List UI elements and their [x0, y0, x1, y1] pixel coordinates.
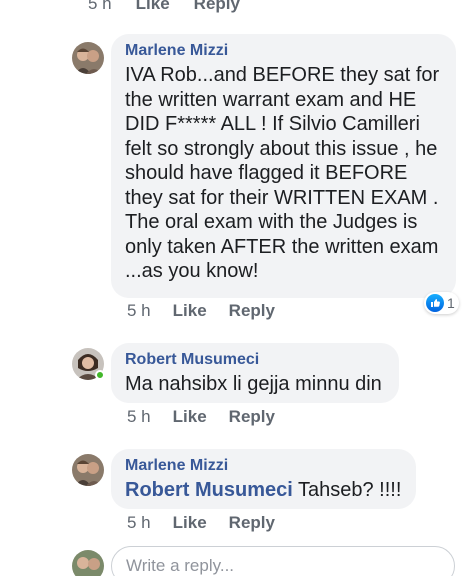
thumbs-up-icon	[426, 294, 444, 312]
comment-author[interactable]: Robert Musumeci	[125, 351, 385, 369]
comment-actions: 5 h Like Reply	[127, 513, 275, 533]
reply-link[interactable]: Reply	[229, 301, 275, 321]
comment-author[interactable]: Marlene Mizzi	[125, 457, 402, 475]
comment-time[interactable]: 5 h	[127, 301, 151, 321]
avatar[interactable]	[72, 454, 104, 486]
like-link[interactable]: Like	[136, 0, 170, 14]
like-link[interactable]: Like	[173, 407, 207, 427]
reply-link[interactable]: Reply	[194, 0, 240, 14]
reply-link[interactable]: Reply	[229, 513, 275, 533]
comment-text: Robert Musumeci Tahseb? !!!!	[125, 478, 402, 503]
like-link[interactable]: Like	[173, 301, 207, 321]
reaction-number: 1	[447, 295, 455, 311]
comment-bubble: Marlene Mizzi Robert Musumeci Tahseb? !!…	[111, 449, 416, 509]
previous-comment-actions: 5 h Like Reply	[88, 0, 240, 14]
comment-time[interactable]: 5 h	[127, 513, 151, 533]
reply-box[interactable]	[111, 546, 455, 576]
like-link[interactable]: Like	[173, 513, 207, 533]
comment-text-body: Tahseb? !!!!	[292, 479, 402, 501]
comment-author[interactable]: Marlene Mizzi	[125, 42, 442, 60]
avatar[interactable]	[72, 42, 104, 74]
comment-actions: 5 h Like Reply	[127, 407, 275, 427]
reply-input[interactable]	[126, 556, 440, 576]
reaction-count[interactable]: 1	[424, 292, 459, 314]
online-status-icon	[95, 370, 105, 380]
comment-text: IVA Rob...and BEFORE they sat for the wr…	[125, 64, 440, 282]
mention-link[interactable]: Robert Musumeci	[125, 479, 293, 501]
comment-time: 5 h	[88, 0, 112, 13]
comment-time[interactable]: 5 h	[127, 407, 151, 427]
reply-link[interactable]: Reply	[229, 407, 275, 427]
comment-bubble: Robert Musumeci Ma nahsibx li gejja minn…	[111, 343, 399, 403]
current-user-avatar	[72, 550, 104, 576]
comment-actions: 5 h Like Reply	[127, 301, 275, 321]
comment-text: Ma nahsibx li gejja minnu din	[125, 373, 382, 395]
comment-bubble: Marlene Mizzi IVA Rob...and BEFORE they …	[111, 34, 456, 298]
